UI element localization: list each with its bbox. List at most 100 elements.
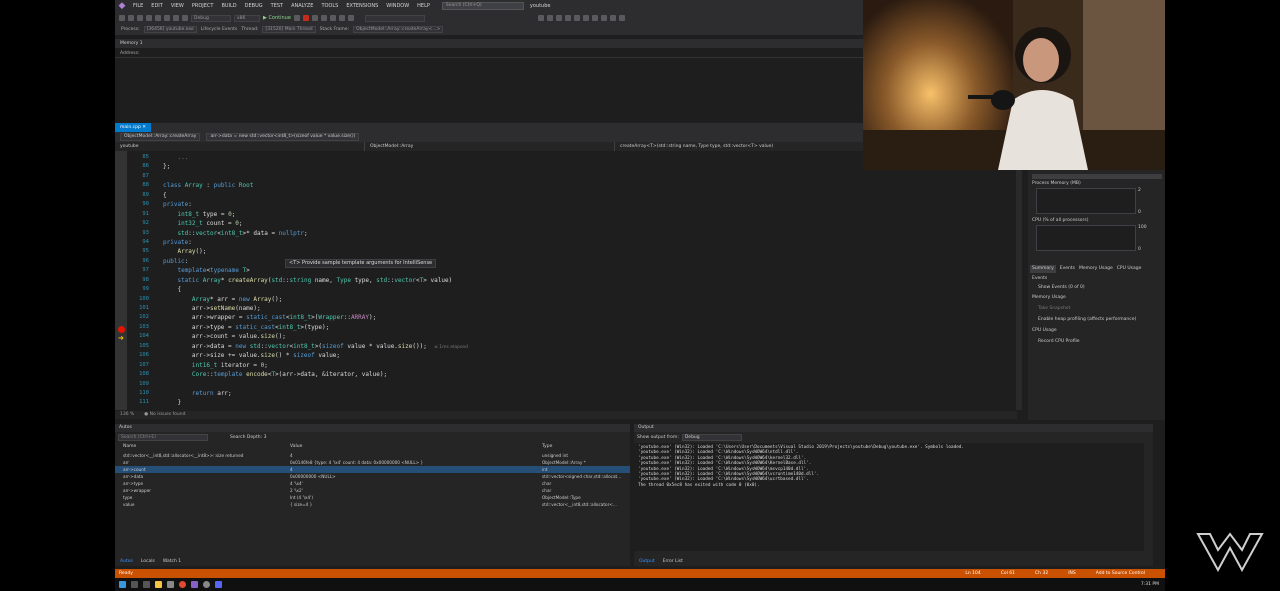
continue-button[interactable]: ▶ Continue [263, 15, 291, 21]
timeline-bar[interactable] [1032, 174, 1162, 179]
code-lines[interactable]: ... }; class Array : public Root { priva… [163, 153, 1003, 408]
new-file-icon[interactable] [137, 15, 143, 21]
autos-cell-value[interactable]: { size=4 } [290, 501, 542, 508]
chrome-icon[interactable] [179, 581, 186, 588]
take-snapshot-button[interactable]: Take Snapshot [1038, 306, 1070, 311]
add-to-source-control-button[interactable]: Add to Source Control [1096, 571, 1145, 576]
task-view-icon[interactable] [143, 581, 150, 588]
nav-member-select[interactable]: arr->data = new std::vector<int8_t>(size… [206, 133, 360, 141]
indicator-margin[interactable] [115, 151, 127, 410]
output-source-select[interactable]: Debug [681, 434, 742, 441]
thread-select[interactable]: [31520] Main Thread [262, 26, 316, 33]
toolbar-icon-6[interactable] [582, 15, 589, 21]
menu-debug[interactable]: DEBUG [241, 0, 267, 12]
column-type-header[interactable]: Type [542, 444, 552, 449]
open-icon[interactable] [146, 15, 152, 21]
breakpoint-icon[interactable] [118, 326, 125, 333]
menu-test[interactable]: TEST [267, 0, 287, 12]
obs-icon[interactable] [203, 581, 210, 588]
code-editor[interactable]: ➜ 85 86 87 88 89 90 91 92 93 94 95 96 97 98 99 100 101 10… [115, 151, 1017, 410]
redo-icon[interactable] [182, 15, 188, 21]
autos-cell-value[interactable]: 4 [290, 452, 542, 459]
menu-analyze[interactable]: ANALYZE [287, 0, 317, 12]
editor-vertical-scrollbar[interactable] [1016, 151, 1022, 410]
autos-cell-value[interactable]: Int (4 '\x4') [290, 494, 542, 501]
undo-icon[interactable] [173, 15, 179, 21]
tab-cpu-usage[interactable]: CPU Usage [1117, 265, 1142, 273]
nav-function-select[interactable]: createArray<T>(std::string name, Type ty… [615, 142, 865, 151]
stop-icon[interactable] [302, 15, 309, 21]
visual-studio-icon[interactable] [191, 581, 198, 588]
menu-help[interactable]: HELP [413, 0, 434, 12]
autos-cell-value[interactable]: 0x00000000 <NULL> [290, 473, 542, 480]
toolbar-icon-8[interactable] [600, 15, 607, 21]
autos-row[interactable]: arr->data 0x00000000 <NULL> std::vector<si… [115, 473, 630, 480]
show-next-statement-icon[interactable] [320, 15, 327, 21]
column-value-header[interactable]: Value [290, 444, 302, 449]
tab-summary[interactable]: Summary [1030, 265, 1056, 273]
toolbar-icon-4[interactable] [564, 15, 571, 21]
start-icon[interactable] [119, 581, 126, 588]
autos-row[interactable]: arr->wrapper 2 '\x2' char [115, 487, 630, 494]
menu-project[interactable]: PROJECT [188, 0, 218, 12]
autos-row[interactable]: value { size=4 } std::vector<__int8,std::a… [115, 501, 630, 508]
tab-memory-usage[interactable]: Memory Usage [1079, 265, 1113, 273]
nav-project-select[interactable]: youtube [115, 142, 365, 151]
menu-window[interactable]: WINDOW [382, 0, 413, 12]
zoom-level[interactable]: 136 % [120, 411, 134, 419]
lifecycle-events-button[interactable]: Lifecycle Events [201, 27, 237, 32]
tab-main-cpp[interactable]: main.cpp ✕ [115, 123, 152, 132]
break-all-icon[interactable] [293, 15, 300, 21]
process-select[interactable]: [36456] youtube.exe [143, 26, 197, 33]
enable-heap-profiling-checkbox[interactable]: Enable heap profiling (affects performan… [1038, 317, 1136, 322]
tab-locals[interactable]: Locals [141, 558, 155, 566]
toolbar-icon-7[interactable] [591, 15, 598, 21]
tab-error-list[interactable]: Error List [663, 558, 683, 566]
autos-cell-value[interactable]: 4 [290, 466, 542, 473]
tab-output[interactable]: Output [639, 558, 655, 566]
autos-row[interactable]: arr->type 4 '\x4' char [115, 480, 630, 487]
file-explorer-icon[interactable] [155, 581, 162, 588]
intellisense-template-tooltip[interactable]: <T> Provide sample template arguments fo… [285, 259, 437, 268]
back-icon[interactable] [119, 15, 125, 21]
autos-row[interactable]: std::vector<__int8,std::allocator<__int8… [115, 452, 630, 459]
menu-file[interactable]: FILE [129, 0, 147, 12]
menu-edit[interactable]: EDIT [147, 0, 167, 12]
step-into-icon[interactable] [329, 15, 336, 21]
menu-build[interactable]: BUILD [217, 0, 240, 12]
record-cpu-profile-button[interactable]: Record CPU Profile [1038, 339, 1080, 344]
show-events-link[interactable]: Show Events (0 of 0) [1038, 285, 1085, 290]
nav-class-select[interactable]: ObjectModel::Array [365, 142, 615, 151]
toolbar-icon-2[interactable] [546, 15, 553, 21]
autos-cell-value[interactable]: 0x0146fe8 {type: 4 '\x4' count: 4 data: … [290, 459, 542, 466]
search-icon[interactable] [131, 581, 138, 588]
toolbar-icon-9[interactable] [609, 15, 616, 21]
search-input[interactable]: Search (Ctrl+Q) [441, 2, 524, 10]
discord-icon[interactable] [215, 581, 222, 588]
step-out-icon[interactable] [347, 15, 354, 21]
toolbar-icon-5[interactable] [573, 15, 580, 21]
stack-frame-value[interactable]: ObjectModel::Array::createArray<...> [353, 26, 444, 33]
save-icon[interactable] [155, 15, 161, 21]
autos-row[interactable]: type Int (4 '\x4') ObjectModel::Type [115, 494, 630, 501]
autos-cell-value[interactable]: 2 '\x2' [290, 487, 542, 494]
autos-row[interactable]: arr->count 4 int [115, 466, 630, 473]
nav-scope-select[interactable]: ObjectModel::Array::createArray [120, 133, 201, 141]
tab-events[interactable]: Events [1060, 265, 1075, 273]
toolbar-icon-3[interactable] [555, 15, 562, 21]
restart-icon[interactable] [311, 15, 318, 21]
menu-tools[interactable]: TOOLS [317, 0, 342, 12]
tab-watch-1[interactable]: Watch 1 [163, 558, 181, 566]
configuration-select[interactable]: Debug [191, 14, 231, 22]
output-text[interactable]: 'youtube.exe' (Win32): Loaded 'C:\Users\… [634, 443, 1144, 551]
autos-row[interactable]: arr 0x0146fe8 {type: 4 '\x4' count: 4 dat… [115, 459, 630, 466]
column-name-header[interactable]: Name [123, 444, 136, 449]
stack-frame-select[interactable] [364, 14, 425, 22]
autos-cell-value[interactable]: 4 '\x4' [290, 480, 542, 487]
forward-icon[interactable] [128, 15, 134, 21]
save-all-icon[interactable] [164, 15, 170, 21]
menu-extensions[interactable]: EXTENSIONS [342, 0, 382, 12]
autos-search-input[interactable]: Search (Ctrl+E) [118, 434, 208, 441]
search-depth-select[interactable]: 3 [264, 435, 267, 440]
tab-autos[interactable]: Autos [120, 558, 133, 566]
